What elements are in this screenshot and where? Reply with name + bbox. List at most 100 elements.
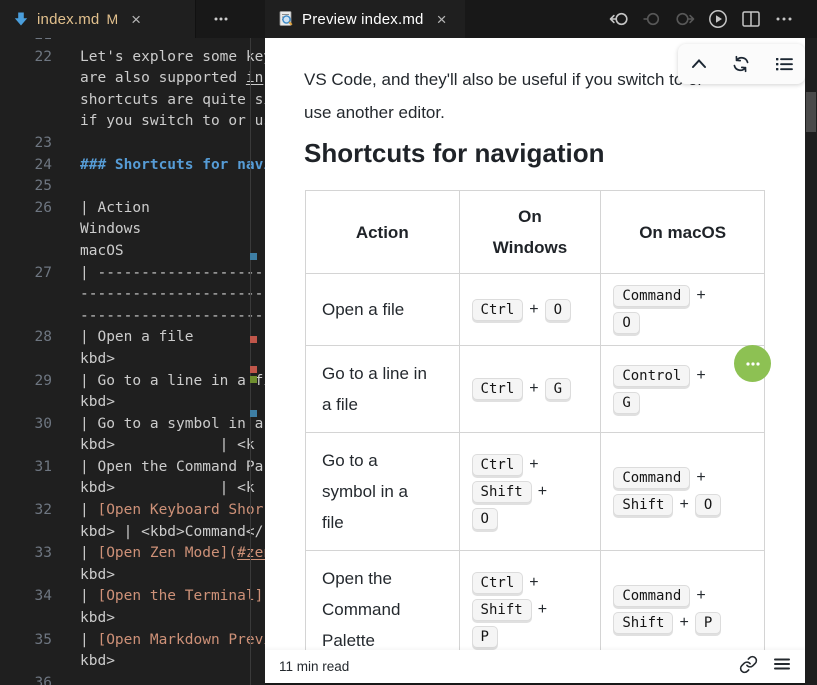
action-cell: Go to a line in a file [306, 346, 460, 433]
line-text: | Open a file [52, 327, 194, 349]
line-text: are also supported in [52, 68, 263, 90]
line-text [52, 133, 80, 155]
close-icon[interactable]: × [127, 10, 145, 28]
line-number [0, 349, 52, 371]
overview-ruler-mark [250, 376, 257, 383]
plus-separator: + [679, 496, 688, 514]
editor-line: Windows [0, 219, 265, 241]
line-number: 29 [0, 371, 52, 393]
preview-content: VS Code, and they'll also be useful if y… [265, 38, 805, 683]
line-text: if you switch to or us [52, 111, 265, 133]
plus-separator: + [529, 380, 538, 398]
kbd-key: O [545, 299, 571, 321]
editor-line: 32| [Open Keyboard Shor [0, 500, 265, 522]
table-row: Go to a symbol in a fileCtrl+Shift+OComm… [306, 433, 765, 551]
tab-preview-index-md[interactable]: Preview index.md × [265, 0, 465, 38]
editor-line: 25 [0, 176, 265, 198]
editor-line: ------------------------ [0, 306, 265, 328]
editor-line: kbd> [0, 608, 265, 630]
kbd-key: O [472, 508, 498, 530]
close-icon[interactable]: × [433, 10, 451, 28]
more-actions-icon[interactable] [210, 8, 232, 30]
editor-line: 36 [0, 673, 265, 685]
plus-separator: + [696, 469, 705, 487]
line-number [0, 565, 52, 587]
shortcut-table-header-row: ActionOn WindowsOn macOS [306, 191, 765, 274]
section-heading: Shortcuts for navigation [304, 138, 604, 169]
line-number [0, 111, 52, 133]
line-text: macOS [52, 241, 124, 263]
kbd-key: O [613, 312, 639, 334]
overview-ruler-mark [250, 253, 257, 260]
preview-scrollbar[interactable] [805, 38, 817, 685]
line-number [0, 478, 52, 500]
line-number: 30 [0, 414, 52, 436]
link-icon[interactable] [739, 655, 758, 679]
windows-cell: Ctrl+Shift+O [459, 433, 601, 551]
line-text: kbd> | <kbd>Command</k [52, 522, 265, 544]
kbd-key: Ctrl [472, 454, 524, 476]
kbd-key: G [613, 392, 639, 414]
kbd-key: Command [613, 585, 690, 607]
line-text: | Open the Command Pa [52, 457, 263, 479]
tab-index-md[interactable]: index.md M × [0, 0, 196, 38]
line-number: 22 [0, 47, 52, 69]
kbd-key: Control [613, 365, 690, 387]
annotation-overlay-button[interactable] [734, 345, 771, 382]
tab-label: index.md [37, 11, 99, 28]
table-of-contents-icon[interactable] [771, 51, 797, 77]
line-text [52, 673, 80, 685]
plus-separator: + [696, 287, 705, 305]
line-number: 35 [0, 630, 52, 652]
scrollbar-thumb[interactable] [806, 92, 816, 132]
editor-line: 31| Open the Command Pa [0, 457, 265, 479]
line-number: 31 [0, 457, 52, 479]
line-number [0, 608, 52, 630]
line-text: | Action [52, 198, 150, 220]
refresh-icon[interactable] [728, 51, 754, 77]
line-number: 23 [0, 133, 52, 155]
line-number [0, 241, 52, 263]
editor-line: 27| ---------------------- [0, 263, 265, 285]
editor-line: kbd> | <kbd>Command</k [0, 522, 265, 544]
editor-rows: 2122Let's explore some keyare also suppo… [0, 38, 265, 685]
plus-separator: + [538, 601, 547, 619]
editor-line: 30| Go to a symbol in a [0, 414, 265, 436]
nav-dot-icon[interactable] [641, 8, 663, 30]
line-text: | [Open the Terminal] [52, 586, 263, 608]
paragraph-line: use another editor. [304, 103, 445, 122]
nav-forward-icon[interactable] [674, 8, 696, 30]
plus-separator: + [529, 301, 538, 319]
line-text: Let's explore some key [52, 47, 265, 69]
overview-ruler-mark [250, 366, 257, 373]
plus-separator: + [679, 614, 688, 632]
line-number [0, 435, 52, 457]
more-actions-icon[interactable] [773, 8, 795, 30]
editor-line: kbd> [0, 651, 265, 673]
editor-pane[interactable]: 2122Let's explore some keyare also suppo… [0, 38, 265, 685]
line-text: | [Open Markdown Previ [52, 630, 265, 652]
action-cell: Go to a symbol in a file [306, 433, 460, 551]
line-text [52, 38, 80, 47]
editor-line: 22Let's explore some key [0, 47, 265, 69]
modified-badge: M [106, 11, 118, 27]
action-cell: Open a file [306, 274, 460, 346]
editor-line: 26| Action [0, 198, 265, 220]
editor-line: ------------------------ [0, 284, 265, 306]
editor-line: kbd> | <k [0, 435, 265, 457]
split-editor-icon[interactable] [740, 8, 762, 30]
line-number: 34 [0, 586, 52, 608]
line-text: kbd> [52, 565, 115, 587]
table-header-cell: On Windows [459, 191, 601, 274]
editor-line: shortcuts are quite si [0, 90, 265, 112]
macos-cell: Command+O [601, 274, 765, 346]
plus-separator: + [538, 483, 547, 501]
menu-icon[interactable] [773, 655, 791, 678]
line-number [0, 68, 52, 90]
macos-cell: Command+Shift+O [601, 433, 765, 551]
run-icon[interactable] [707, 8, 729, 30]
collapse-icon[interactable] [686, 51, 712, 77]
plus-separator: + [696, 367, 705, 385]
editor-line: 34| [Open the Terminal] [0, 586, 265, 608]
nav-back-icon[interactable] [608, 8, 630, 30]
